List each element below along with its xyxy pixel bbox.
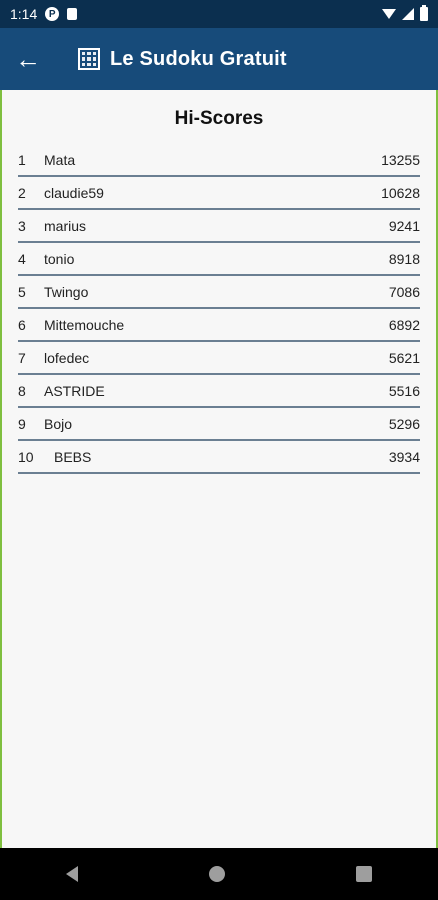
back-button[interactable]: ← bbox=[0, 28, 56, 90]
score-row: 9 Bojo 5296 bbox=[18, 408, 420, 441]
status-bar: 1:14 P bbox=[0, 0, 438, 28]
screen: 1:14 P ← Le Sudoku Gratuit Hi-Scores 1 M… bbox=[0, 0, 438, 900]
score-row: 6 Mittemouche 6892 bbox=[18, 309, 420, 342]
score-value: 5516 bbox=[388, 382, 420, 399]
back-triangle-icon[interactable] bbox=[65, 866, 78, 882]
score-row: 3 marius 9241 bbox=[18, 210, 420, 243]
notification-badge-icon: P bbox=[45, 7, 60, 21]
score-name: Mata bbox=[44, 151, 76, 168]
wifi-icon bbox=[382, 9, 396, 19]
score-rank: 8 bbox=[18, 382, 26, 399]
score-name: marius bbox=[44, 217, 87, 234]
score-name: claudie59 bbox=[44, 184, 104, 201]
score-value: 7086 bbox=[388, 283, 420, 300]
score-value: 10628 bbox=[381, 184, 420, 201]
status-right bbox=[382, 5, 428, 21]
app-title: Le Sudoku Gratuit bbox=[110, 47, 287, 70]
hi-scores-heading: Hi-Scores bbox=[174, 108, 264, 129]
score-value: 5296 bbox=[388, 415, 420, 432]
app-bar: ← Le Sudoku Gratuit bbox=[0, 28, 438, 90]
score-value: 3934 bbox=[388, 448, 420, 465]
sim-card-icon bbox=[67, 8, 78, 20]
hi-scores-content: Hi-Scores 1 Mata 13255 2 claudie59 10628… bbox=[0, 90, 438, 848]
status-left: 1:14 P bbox=[10, 6, 78, 22]
score-value: 5621 bbox=[388, 349, 420, 366]
score-rank: 10 bbox=[18, 448, 34, 465]
score-rank: 5 bbox=[18, 283, 26, 300]
score-row: 4 tonio 8918 bbox=[18, 243, 420, 276]
score-name: BEBS bbox=[54, 448, 92, 465]
score-name: Twingo bbox=[44, 283, 89, 300]
score-value: 6892 bbox=[388, 316, 420, 333]
score-rank: 6 bbox=[18, 316, 26, 333]
score-row: 2 claudie59 10628 bbox=[18, 177, 420, 210]
score-row: 7 lofedec 5621 bbox=[18, 342, 420, 375]
score-name: Bojo bbox=[44, 415, 73, 432]
score-name: Mittemouche bbox=[44, 316, 125, 333]
score-value: 8918 bbox=[388, 250, 420, 267]
arrow-left-icon: ← bbox=[15, 43, 41, 74]
score-name: ASTRIDE bbox=[44, 382, 105, 399]
score-rank: 2 bbox=[18, 184, 26, 201]
score-name: tonio bbox=[44, 250, 75, 267]
score-name: lofedec bbox=[44, 349, 90, 366]
score-rank: 4 bbox=[18, 250, 26, 267]
score-rank: 9 bbox=[18, 415, 26, 432]
score-rank: 3 bbox=[18, 217, 26, 234]
sudoku-grid-icon bbox=[78, 48, 100, 70]
battery-icon bbox=[420, 5, 428, 21]
cellular-icon bbox=[402, 8, 414, 20]
score-row: 10 BEBS 3934 bbox=[18, 441, 420, 474]
score-row: 8 ASTRIDE 5516 bbox=[18, 375, 420, 408]
score-value: 13255 bbox=[381, 151, 420, 168]
system-nav-bar bbox=[0, 848, 438, 900]
recent-square-icon[interactable] bbox=[356, 866, 373, 882]
status-time: 1:14 bbox=[10, 6, 38, 22]
score-row: 5 Twingo 7086 bbox=[18, 276, 420, 309]
score-rank: 1 bbox=[18, 151, 26, 168]
score-value: 9241 bbox=[388, 217, 420, 234]
score-rank: 7 bbox=[18, 349, 26, 366]
score-row: 1 Mata 13255 bbox=[18, 144, 420, 177]
home-circle-icon[interactable] bbox=[208, 866, 225, 882]
